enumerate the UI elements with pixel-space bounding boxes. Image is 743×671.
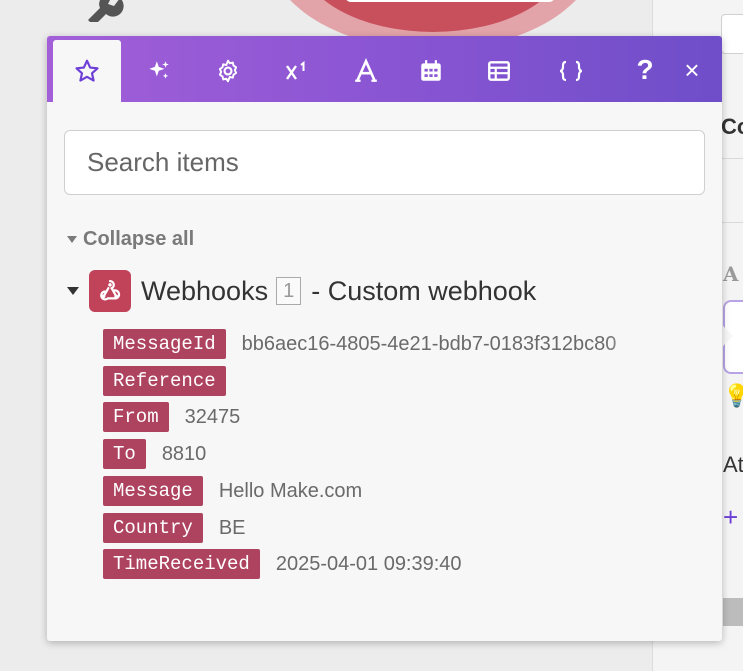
tab-custom[interactable] [537, 40, 605, 102]
help-button[interactable]: ? [630, 50, 660, 90]
text-type-icon: A [723, 262, 739, 286]
module-header[interactable]: Webhooks 1 - Custom webhook [67, 269, 536, 313]
superscript-icon [286, 60, 305, 80]
tab-math[interactable] [263, 40, 331, 102]
item-value: BE [218, 516, 246, 539]
divider [721, 222, 743, 223]
module-number-badge: 1 [276, 277, 302, 305]
item-value: 2025-04-01 09:39:40 [275, 552, 462, 575]
list-item: Reference [103, 366, 242, 396]
item-pill-message[interactable]: Message [103, 476, 203, 506]
caret-down-icon [67, 236, 77, 243]
tab-text[interactable] [332, 40, 400, 102]
sparkles-icon [149, 61, 169, 79]
item-value: 8810 [161, 442, 207, 465]
item-pill-from[interactable]: From [103, 402, 169, 432]
collapse-all-button[interactable]: Collapse all [67, 228, 194, 251]
tab-favorites[interactable] [53, 40, 121, 102]
module-icon-badge [89, 270, 131, 312]
tab-array[interactable] [465, 40, 533, 102]
list-item: Message Hello Make.com [103, 476, 362, 506]
tab-general[interactable] [194, 40, 262, 102]
list-item: TimeReceived 2025-04-01 09:39:40 [103, 549, 462, 579]
search-input[interactable] [64, 130, 705, 195]
caret-down-icon[interactable] [67, 287, 79, 295]
lightbulb-icon: 💡 [723, 383, 743, 408]
gear-icon [218, 59, 238, 83]
text-icon [355, 58, 377, 82]
star-icon [75, 59, 99, 82]
list-item: Country BE [103, 513, 246, 543]
module-subtitle: - Custom webhook [311, 275, 537, 306]
list-item: MessageId bb6aec16-4805-4e21-bdb7-0183f3… [103, 329, 667, 359]
list-item: From 32475 [103, 402, 251, 432]
divider [721, 158, 743, 159]
panel-field-box[interactable] [721, 14, 743, 54]
item-value: 32475 [184, 405, 241, 428]
collapse-all-label: Collapse all [83, 228, 195, 250]
close-button[interactable]: × [677, 50, 707, 90]
item-pill-messageid[interactable]: MessageId [103, 329, 226, 359]
panel-footer [723, 598, 743, 626]
panel-heading: Co [721, 114, 743, 139]
item-pill-country[interactable]: Country [103, 513, 203, 543]
item-value: Hello Make.com [218, 479, 363, 502]
calendar-icon [421, 60, 441, 81]
tab-date[interactable] [397, 40, 465, 102]
item-pill-reference[interactable]: Reference [103, 366, 226, 396]
item-pill-to[interactable]: To [103, 439, 146, 469]
wrench-icon [88, 0, 124, 22]
item-value: bb6aec16-4805-4e21-bdb7-0183f312bc80 [241, 332, 617, 355]
add-item-icon[interactable]: + [723, 502, 738, 533]
module-label-pill [345, 0, 555, 2]
mapping-panel: ? × Collapse all Webhooks 1 - Custom web… [47, 36, 722, 641]
function-toolbar: ? × [47, 36, 722, 102]
attachments-label: At [723, 452, 743, 477]
webhook-icon [100, 279, 121, 301]
braces-icon [559, 60, 583, 82]
item-pill-timereceived[interactable]: TimeReceived [103, 549, 260, 579]
module-name: Webhooks [141, 275, 269, 306]
tab-ai[interactable] [125, 40, 193, 102]
list-item: To 8810 [103, 439, 206, 469]
table-icon [488, 61, 510, 81]
